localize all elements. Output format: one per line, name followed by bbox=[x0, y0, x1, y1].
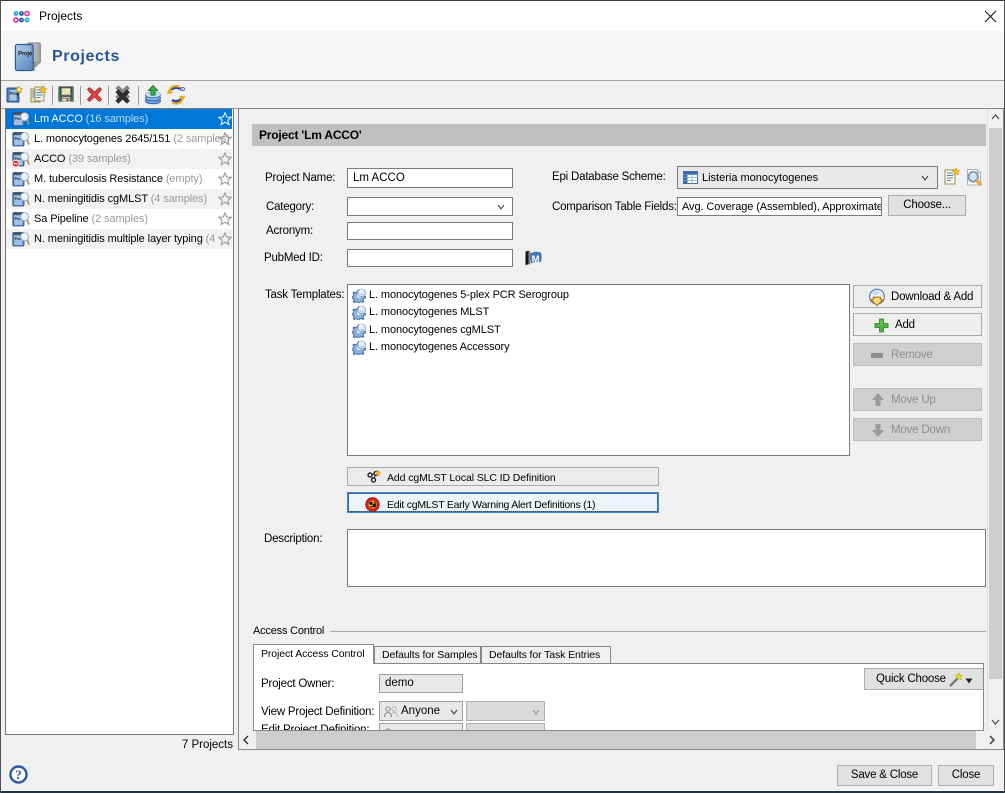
svg-text:ID: ID bbox=[180, 87, 185, 93]
svg-text:M: M bbox=[532, 254, 540, 265]
svg-text:?: ? bbox=[15, 767, 22, 782]
svg-text:Proje: Proje bbox=[18, 51, 33, 58]
